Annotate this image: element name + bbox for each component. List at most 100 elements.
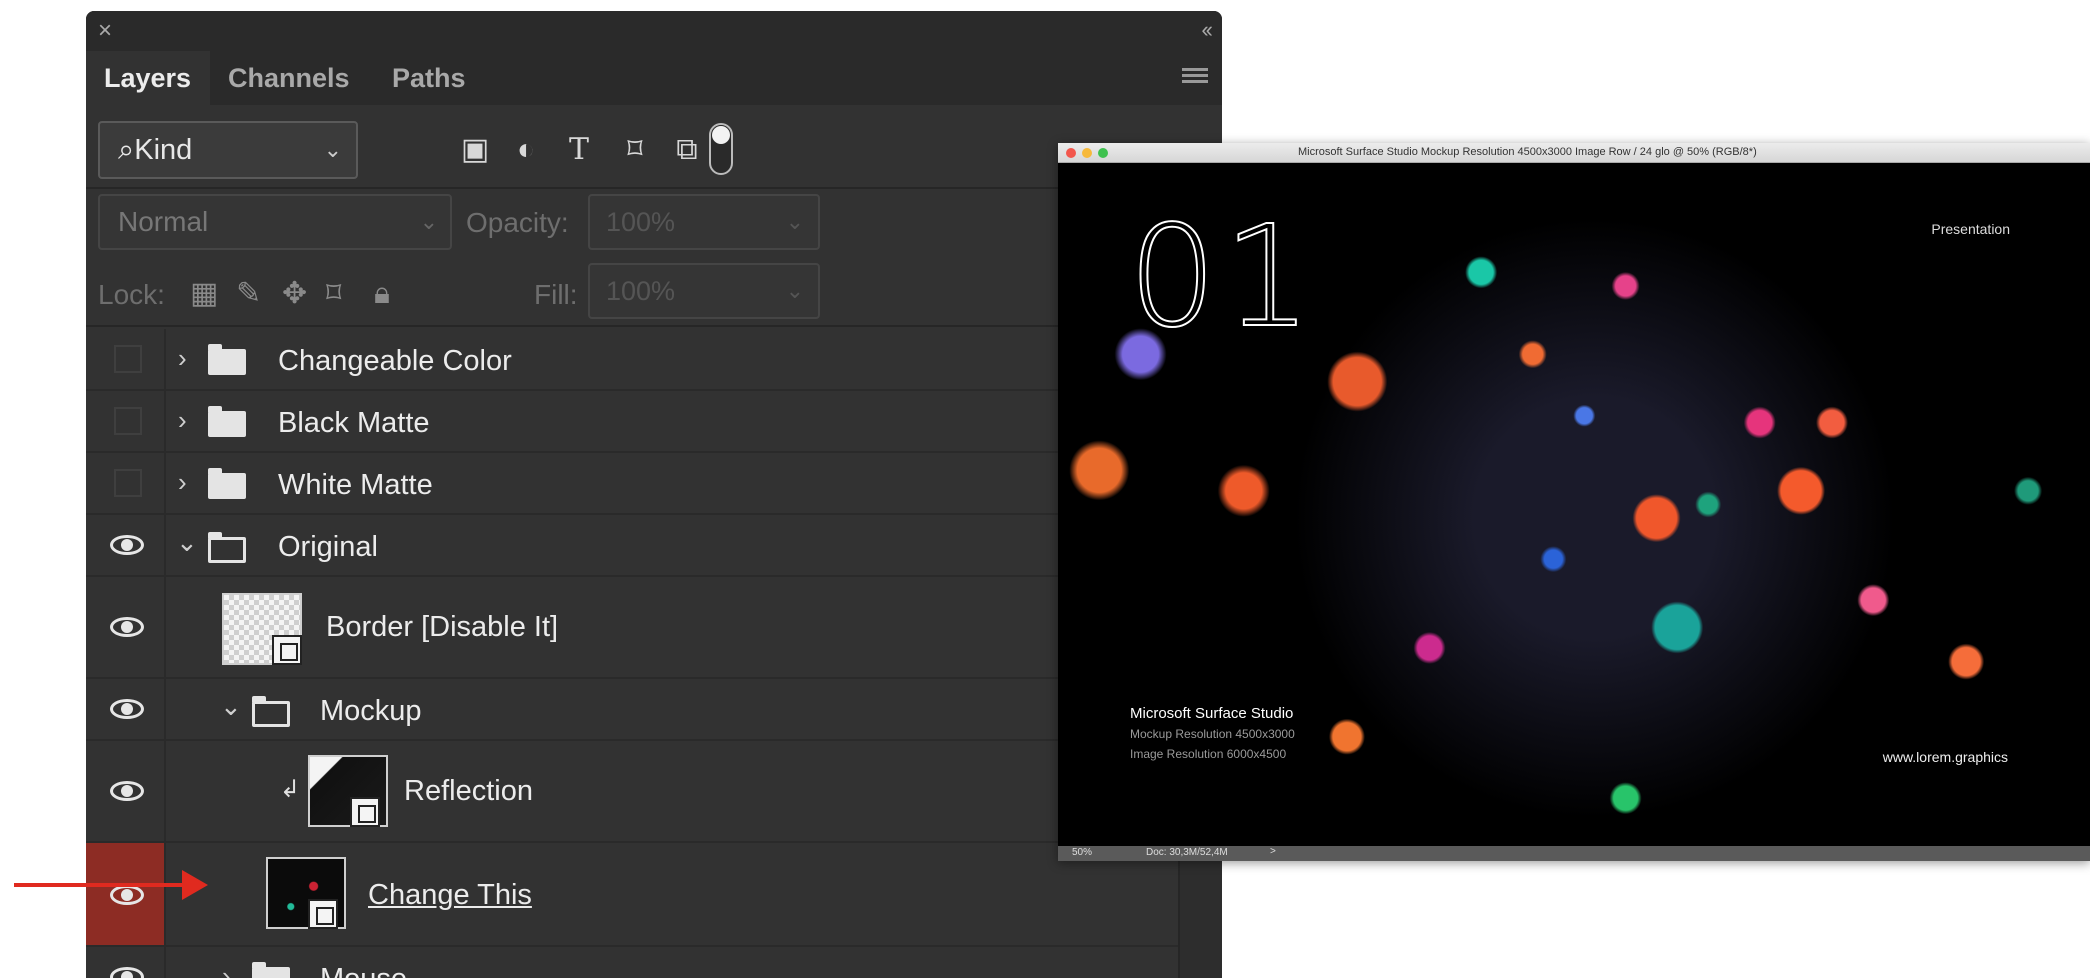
eye-icon[interactable] [110,781,144,801]
device-title: Microsoft Surface Studio [1130,705,1294,722]
layer-name: Mouse [320,963,407,978]
blend-mode-select[interactable]: Normal ⌄ [98,194,452,250]
type-filter-icon[interactable]: T [562,133,596,167]
layer-row[interactable]: › White Matte [86,453,1178,515]
website-text: www.lorem.graphics [1882,749,2008,765]
panel-tabs: Layers Channels Paths [86,51,1222,105]
divider [86,187,1222,189]
smart-object-badge-icon [350,797,380,827]
fill-value: 100% [606,276,676,306]
opacity-field[interactable]: 100% ⌄ [588,194,820,250]
document-size: Doc: 30,3M/52,4M [1146,847,1228,858]
layer-name: Mockup [320,695,422,727]
search-icon: ⌕ [118,134,135,166]
hidden-visibility-box[interactable] [114,407,142,435]
folder-icon [252,962,290,978]
lock-transparency-icon[interactable]: ▦ [190,277,218,311]
chevron-down-icon[interactable]: ⌄ [176,529,198,555]
panel-titlebar: × ‹‹ [86,11,1222,51]
chevron-right-icon[interactable]: › [178,407,187,433]
window-title: Microsoft Surface Studio Mockup Resoluti… [1298,146,1757,158]
lock-all-icon[interactable]: 🔒︎ [374,277,390,311]
smart-object-filter-icon[interactable]: ⧉ [670,133,704,167]
layer-name: Border [Disable It] [326,611,559,643]
filter-kind-select[interactable]: ⌕Kind ⌄ [98,121,358,179]
chevron-down-icon: ⌄ [785,278,804,303]
folder-icon [208,406,246,437]
status-menu-arrow[interactable]: > [1270,846,1276,857]
layer-row[interactable]: Border [Disable It] [86,577,1178,679]
visibility-toggle[interactable] [86,391,166,451]
divider [86,325,1222,327]
chevron-right-icon[interactable]: › [222,963,231,978]
layer-row[interactable]: ⌄ Mockup [86,679,1178,741]
chevron-down-icon: ⌄ [785,209,804,234]
lock-paint-icon[interactable]: ✎ [236,277,261,311]
collapse-panel-icon[interactable]: ‹‹ [1201,19,1213,41]
lock-position-icon[interactable]: ✥ [282,277,307,311]
shape-filter-icon[interactable]: ⌑ [618,133,652,167]
preview-statusbar: 50% Doc: 30,3M/52,4M > [1058,846,2090,861]
shape-badge-icon [272,635,302,665]
visibility-toggle[interactable] [86,741,166,841]
folder-open-icon [252,696,290,727]
tab-layers[interactable]: Layers [86,51,210,105]
filter-kind-label: Kind [134,134,193,166]
layer-name: Reflection [404,775,533,807]
eye-icon[interactable] [110,967,144,978]
folder-icon [208,468,246,499]
eye-icon[interactable] [110,699,144,719]
layer-name: White Matte [278,469,433,501]
adjustment-filter-icon[interactable]: ◐ [509,133,543,167]
hidden-visibility-box[interactable] [114,469,142,497]
opacity-label: Opacity: [466,207,569,238]
zoom-level[interactable]: 50% [1072,847,1092,858]
document-canvas[interactable]: 01 Presentation Microsoft Surface Studio… [1058,163,2090,846]
chevron-down-icon[interactable]: ⌄ [220,693,242,719]
filter-toggle-icon[interactable] [709,123,733,175]
folder-open-icon [208,532,246,563]
window-minimize-button[interactable] [1082,148,1092,158]
close-icon[interactable]: × [98,19,112,43]
lock-label: Lock: [98,279,165,310]
layer-thumbnail [308,755,388,827]
layer-thumbnail [266,857,346,929]
layer-row[interactable]: › Black Matte [86,391,1178,453]
eye-icon[interactable] [110,535,144,555]
window-zoom-button[interactable] [1098,148,1108,158]
layer-name: Black Matte [278,407,430,439]
image-resolution: Image Resolution 6000x4500 [1130,747,1287,761]
visibility-toggle[interactable] [86,515,166,575]
opacity-value: 100% [606,207,676,237]
fill-label: Fill: [534,279,578,310]
layer-row[interactable]: › Changeable Color [86,329,1178,391]
fill-field[interactable]: 100% ⌄ [588,263,820,319]
layer-name: Change This [368,879,532,911]
visibility-toggle[interactable] [86,577,166,677]
layer-row[interactable]: Change This [86,843,1178,947]
slide-number: 01 [1127,196,1319,359]
chevron-right-icon[interactable]: › [178,345,187,371]
clipping-mask-icon: ↲ [280,776,301,803]
preview-titlebar: Microsoft Surface Studio Mockup Resoluti… [1058,143,2090,163]
visibility-toggle[interactable] [86,453,166,513]
lock-artboard-icon[interactable]: ⌑ [326,277,341,311]
visibility-toggle[interactable] [86,329,166,389]
image-filter-icon[interactable]: ▣ [458,133,492,167]
chevron-right-icon[interactable]: › [178,469,187,495]
hidden-visibility-box[interactable] [114,345,142,373]
layers-panel: × ‹‹ Layers Channels Paths ⌕Kind ⌄ ▣ ◐ T… [86,11,1222,978]
panel-menu-icon[interactable] [1182,68,1208,88]
visibility-toggle[interactable] [86,947,166,978]
tab-channels[interactable]: Channels [210,51,368,105]
layer-row[interactable]: ↲ Reflection [86,741,1178,843]
visibility-toggle[interactable] [86,679,166,739]
tab-paths[interactable]: Paths [374,51,484,105]
arrow-shaft [14,883,184,887]
eye-icon[interactable] [110,617,144,637]
layer-name: Changeable Color [278,345,512,377]
layer-row[interactable]: ⌄ Original [86,515,1178,577]
layer-row[interactable]: › Mouse [86,947,1178,978]
window-close-button[interactable] [1066,148,1076,158]
chevron-down-icon: ⌄ [419,209,438,234]
